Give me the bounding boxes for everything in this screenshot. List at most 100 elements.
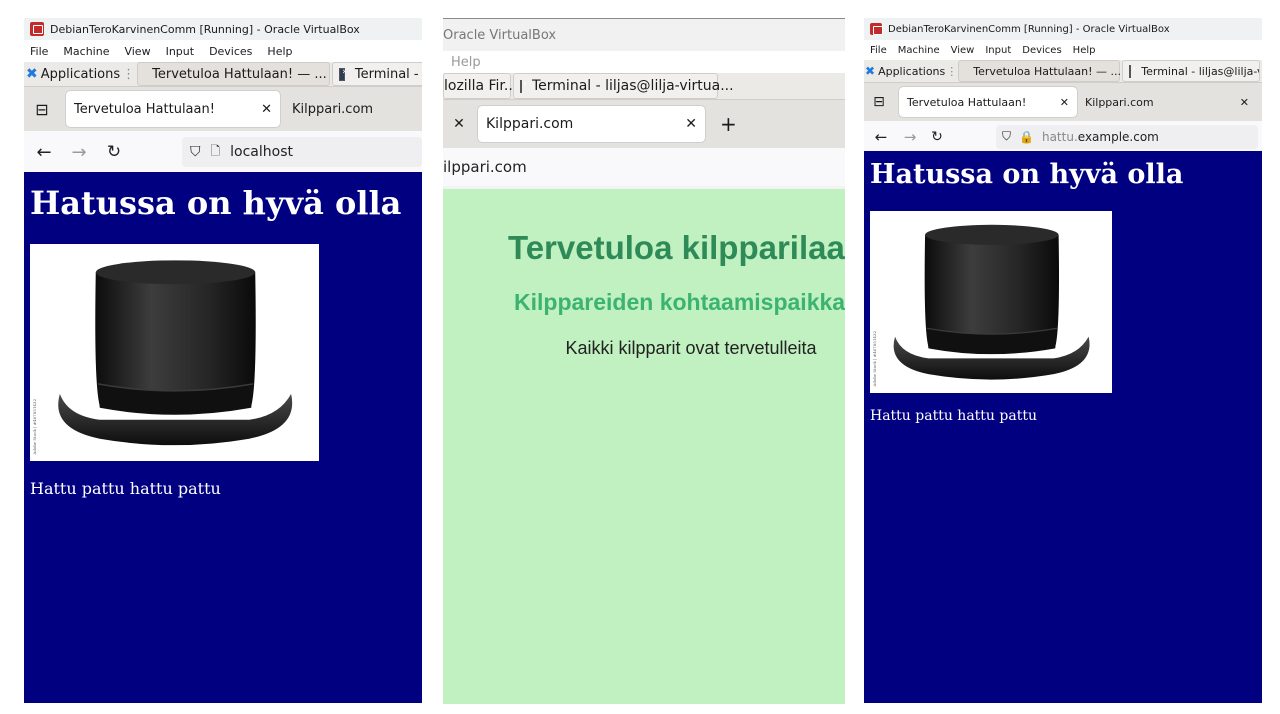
vb-menubar: File Machine View Input Devices Help bbox=[864, 40, 1262, 60]
tab-title: Kilppari.com bbox=[1085, 95, 1154, 109]
vb-titlebar: DebianTeroKarvinenComm [Running] - Oracl… bbox=[24, 18, 422, 40]
right-virtualbox-window: DebianTeroKarvinenComm [Running] - Oracl… bbox=[864, 18, 1262, 703]
forward-arrow-icon[interactable]: → bbox=[898, 128, 922, 146]
taskbar-terminal[interactable]: Terminal - liljas@lilja-virtua... bbox=[513, 73, 734, 99]
page-heading: Hatussa on hyvä olla bbox=[30, 184, 402, 222]
reload-icon[interactable]: ↻ bbox=[94, 142, 134, 162]
taskbar-firefox[interactable]: Tervetuloa Hattulaan! — ... bbox=[137, 62, 331, 86]
menu-view[interactable]: View bbox=[951, 45, 975, 56]
vb-menubar: Help bbox=[443, 51, 845, 73]
menu-help[interactable]: Help bbox=[267, 45, 292, 58]
menu-devices[interactable]: Devices bbox=[1022, 45, 1061, 56]
url-prefix: hattu. bbox=[1041, 129, 1078, 144]
url-domain: example.com bbox=[1077, 129, 1159, 144]
shield-icon: ⛉ bbox=[1002, 129, 1012, 143]
applications-menu[interactable]: ✖ Applications ⋮ bbox=[24, 66, 137, 82]
close-tab-icon[interactable]: ✕ bbox=[685, 116, 697, 132]
page-paragraph: Kaikki kilpparit ovat tervetulleita bbox=[565, 338, 817, 358]
tab-title: Kilppari.com bbox=[292, 101, 374, 117]
taskbar-terminal-label: Terminal - liljas@lilja-virtua... bbox=[532, 78, 734, 94]
vb-title-text: DebianTeroKarvinenComm [Running] - Oracl… bbox=[888, 23, 1170, 35]
back-arrow-icon[interactable]: ← bbox=[864, 128, 898, 146]
shield-icon: ⛉ bbox=[190, 144, 201, 160]
close-tab-icon[interactable]: ✕ bbox=[443, 116, 475, 132]
applications-menu[interactable]: ✖ Applications ⋮ bbox=[864, 64, 958, 78]
applications-label: Applications bbox=[40, 66, 121, 82]
tab-title: Tervetuloa Hattulaan! bbox=[74, 101, 215, 117]
url-text[interactable]: ilppari.com bbox=[443, 158, 527, 176]
kilppari-page: Tervetuloa kilpparilaan Kilppareiden koh… bbox=[443, 189, 845, 704]
menu-machine[interactable]: Machine bbox=[898, 45, 940, 56]
vb-titlebar: DebianTeroKarvinenComm [Running] - Oracl… bbox=[864, 18, 1262, 40]
applications-label: Applications bbox=[878, 64, 946, 78]
image-watermark: Adobe Stock | #467851432 bbox=[32, 399, 37, 455]
firefox-tabbar: ⊟ Tervetuloa Hattulaan! ✕ Kilppari.com ✕ bbox=[864, 83, 1262, 121]
tab-title: Kilppari.com bbox=[486, 116, 574, 132]
xfce-icon: ✖ bbox=[865, 64, 876, 78]
left-virtualbox-window: DebianTeroKarvinenComm [Running] - Oracl… bbox=[24, 18, 422, 703]
url-bar[interactable]: ⛉ 🗋 localhost bbox=[182, 137, 422, 167]
top-hat-image: Adobe Stock | #467851432 bbox=[30, 244, 319, 461]
forward-arrow-icon[interactable]: → bbox=[64, 142, 94, 163]
vb-titlebar: Oracle VirtualBox bbox=[443, 19, 845, 51]
taskbar-firefox-label: Tervetuloa Hattulaan! — ... bbox=[973, 64, 1122, 78]
tab-manager-icon[interactable]: ⊟ bbox=[864, 94, 894, 110]
menu-file[interactable]: File bbox=[30, 45, 48, 58]
hattu-page: Hatussa on hyvä olla Adobe Stock | #4678… bbox=[24, 172, 422, 703]
xfce-taskbar: ✖ Applications ⋮ Tervetuloa Hattulaan! —… bbox=[24, 62, 422, 87]
back-arrow-icon[interactable]: ← bbox=[24, 142, 64, 163]
top-hat-image: Adobe Stock | #467851432 bbox=[870, 211, 1112, 393]
reload-icon[interactable]: ↻ bbox=[922, 129, 952, 145]
menu-file[interactable]: File bbox=[870, 45, 887, 56]
firefox-navbar: ← → ↻ ⛉ 🗋 localhost bbox=[24, 131, 422, 173]
url-bar[interactable]: ⛉ 🔒 hattu. example.com bbox=[996, 124, 1258, 149]
virtualbox-icon bbox=[870, 23, 883, 35]
vb-title-text: DebianTeroKarvinenComm [Running] - Oracl… bbox=[50, 22, 360, 36]
tab-tervetuloa-hattulaan[interactable]: Tervetuloa Hattulaan! ✕ bbox=[899, 87, 1077, 117]
tab-title: Tervetuloa Hattulaan! bbox=[907, 95, 1027, 109]
tab-manager-icon[interactable]: ⊟ bbox=[24, 100, 60, 119]
image-watermark: Adobe Stock | #467851432 bbox=[872, 331, 877, 387]
menu-machine[interactable]: Machine bbox=[63, 45, 109, 58]
close-tab-icon[interactable]: ✕ bbox=[1060, 96, 1069, 109]
taskbar-firefox[interactable]: lozilla Fir... bbox=[443, 73, 517, 99]
taskbar-terminal-label: Terminal - lilja bbox=[354, 66, 422, 82]
menu-input[interactable]: Input bbox=[166, 45, 194, 58]
top-hat-illustration bbox=[870, 211, 1112, 393]
taskbar-terminal[interactable]: Terminal - liljas@lilja-virtua... bbox=[1122, 60, 1260, 82]
url-text: localhost bbox=[230, 144, 293, 160]
menu-dots-icon: ⋮ bbox=[122, 66, 136, 82]
tab-kilppari[interactable]: Kilppari.com bbox=[284, 102, 381, 117]
close-tab-icon[interactable]: ✕ bbox=[261, 102, 272, 117]
tab-tervetuloa-hattulaan[interactable]: Tervetuloa Hattulaan! ✕ bbox=[66, 91, 280, 127]
menu-devices[interactable]: Devices bbox=[209, 45, 252, 58]
tab-kilppari[interactable]: Kilppari.com ✕ bbox=[478, 106, 705, 142]
taskbar-firefox-label: lozilla Fir... bbox=[444, 78, 518, 94]
xfce-taskbar: ✖ Applications ⋮ Tervetuloa Hattulaan! —… bbox=[864, 60, 1262, 83]
firefox-navbar: ilppari.com bbox=[443, 148, 845, 186]
menu-view[interactable]: View bbox=[124, 45, 150, 58]
terminal-icon bbox=[520, 79, 527, 93]
page-heading: Hatussa on hyvä olla bbox=[870, 159, 1184, 190]
terminal-icon bbox=[339, 67, 345, 81]
menu-help[interactable]: Help bbox=[1073, 45, 1096, 56]
middle-virtualbox-window: Oracle VirtualBox Help lozilla Fir... Te… bbox=[443, 18, 845, 704]
tab-kilppari[interactable]: Kilppari.com ✕ bbox=[1077, 96, 1257, 109]
taskbar-terminal-label: Terminal - liljas@lilja-virtua... bbox=[1141, 64, 1259, 78]
page-caption: Hattu pattu hattu pattu bbox=[870, 408, 1037, 424]
menu-dots-icon: ⋮ bbox=[946, 64, 958, 78]
close-tab-icon[interactable]: ✕ bbox=[1240, 96, 1249, 109]
vb-menubar: File Machine View Input Devices Help bbox=[24, 40, 422, 62]
firefox-tabbar: ✕ Kilppari.com ✕ + bbox=[443, 100, 845, 148]
hattu-page: Hatussa on hyvä olla Adobe Stock | #4678… bbox=[864, 151, 1262, 703]
taskbar-terminal[interactable]: Terminal - lilja bbox=[332, 62, 422, 86]
menu-input[interactable]: Input bbox=[985, 45, 1011, 56]
xfce-taskbar: lozilla Fir... Terminal - liljas@lilja-v… bbox=[443, 73, 845, 100]
vb-title-text: Oracle VirtualBox bbox=[443, 27, 557, 43]
page-icon: 🗋 bbox=[210, 143, 221, 158]
virtualbox-icon bbox=[30, 22, 44, 36]
taskbar-firefox[interactable]: Tervetuloa Hattulaan! — ... bbox=[958, 60, 1122, 82]
new-tab-button[interactable]: + bbox=[720, 112, 737, 136]
menu-help[interactable]: Help bbox=[451, 55, 481, 70]
insecure-lock-icon: 🔒 bbox=[1019, 129, 1034, 144]
